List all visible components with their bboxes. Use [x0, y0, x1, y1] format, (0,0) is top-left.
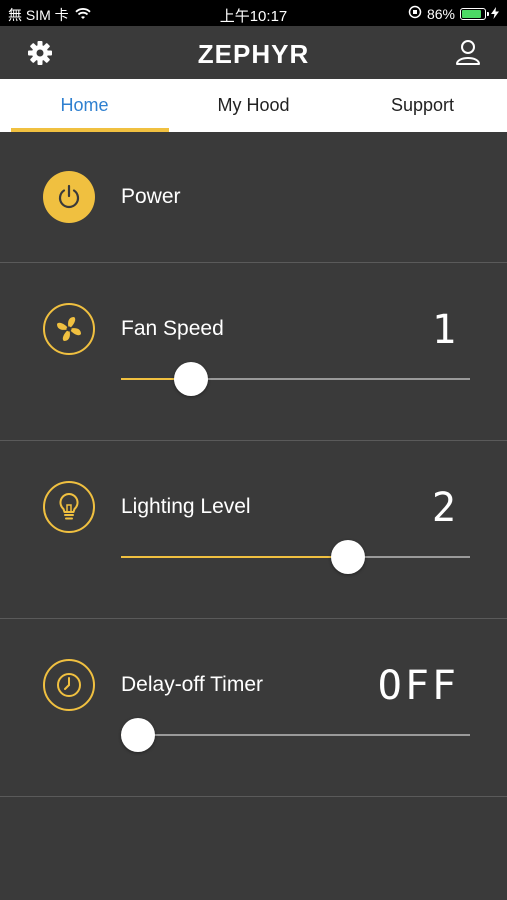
fan-icon-button	[43, 303, 95, 355]
lighting-level-slider-thumb[interactable]	[330, 540, 365, 574]
fan-speed-value: 1	[431, 307, 459, 353]
status-bar: 無 SIM 卡 上午10:17 86%	[0, 0, 507, 26]
lightbulb-icon	[59, 492, 79, 520]
fan-speed-slider-thumb[interactable]	[173, 362, 208, 396]
fan-icon	[57, 317, 81, 341]
battery-percent: 86%	[426, 5, 455, 22]
power-section: Power	[0, 132, 507, 263]
battery-icon	[460, 7, 489, 20]
orientation-lock-icon	[408, 5, 422, 22]
lighting-level-label: Lighting Level	[121, 495, 251, 518]
tab-bar: Home My Hood Support	[0, 79, 507, 132]
delay-off-timer-slider[interactable]	[121, 718, 470, 752]
timer-icon-button	[43, 659, 95, 711]
lighting-level-slider[interactable]	[121, 540, 470, 574]
user-profile-icon[interactable]	[453, 37, 483, 67]
power-label: Power	[121, 185, 181, 208]
delay-off-timer-value: OFF	[377, 663, 459, 709]
timer-section: Delay-off Timer OFF	[0, 619, 507, 797]
lighting-section: Lighting Level 2	[0, 441, 507, 619]
lighting-level-value: 2	[431, 485, 459, 531]
fan-speed-section: Fan Speed 1	[0, 263, 507, 441]
lighting-icon-button	[43, 481, 95, 533]
app-header: ZEPHYR	[0, 26, 507, 79]
status-right: 86%	[408, 5, 499, 22]
power-icon	[58, 184, 80, 209]
delay-off-timer-label: Delay-off Timer	[121, 673, 263, 696]
fan-speed-label: Fan Speed	[121, 317, 224, 340]
lighting-level-slider-fill	[121, 556, 348, 558]
charging-icon	[491, 6, 499, 22]
power-button[interactable]	[43, 171, 95, 223]
tab-support[interactable]: Support	[338, 79, 507, 132]
tab-home[interactable]: Home	[0, 79, 169, 132]
zephyr-logo: ZEPHYR	[197, 39, 310, 69]
delay-off-timer-slider-thumb[interactable]	[121, 718, 156, 752]
tab-my-hood[interactable]: My Hood	[169, 79, 338, 132]
fan-speed-slider[interactable]	[121, 362, 470, 396]
clock-icon	[57, 673, 81, 697]
